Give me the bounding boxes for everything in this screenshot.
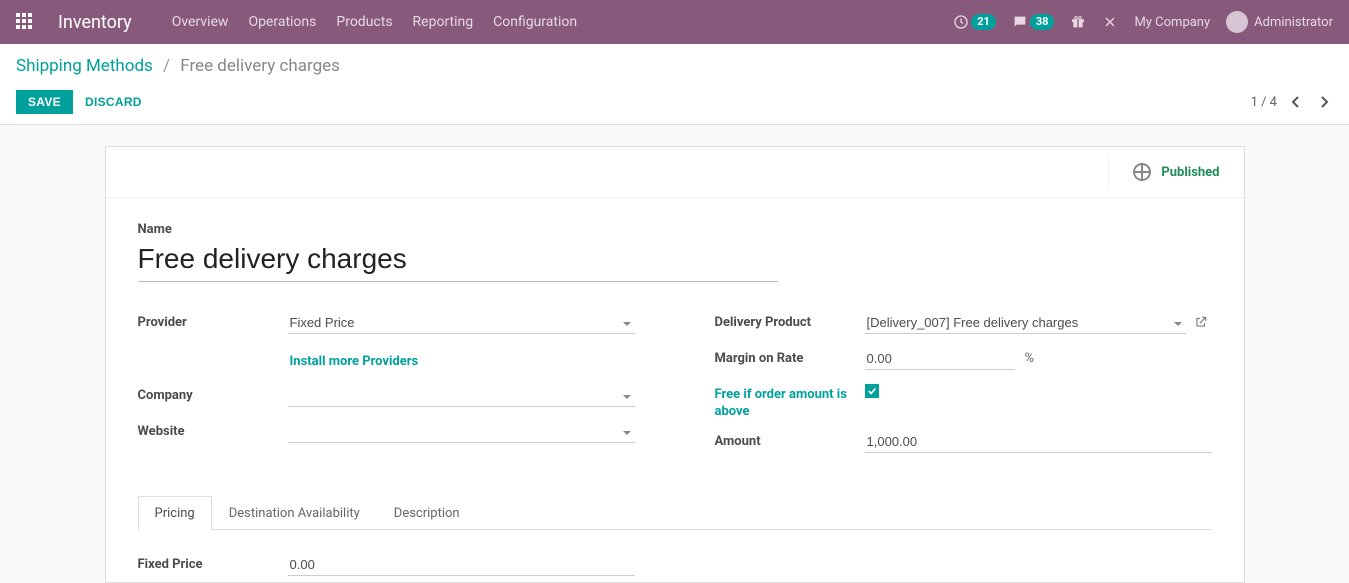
pager-prev[interactable] <box>1287 93 1305 111</box>
activities-button[interactable]: 21 <box>953 14 996 30</box>
delivery-product-label: Delivery Product <box>715 312 865 332</box>
top-nav: Overview Operations Products Reporting C… <box>172 10 577 34</box>
external-link-icon[interactable] <box>1194 315 1208 329</box>
company-label: Company <box>138 385 288 405</box>
tools-icon[interactable] <box>1102 14 1118 30</box>
user-menu[interactable]: Administrator <box>1226 11 1333 33</box>
delivery-product-input[interactable] <box>865 312 1186 334</box>
provider-select[interactable] <box>288 312 635 334</box>
pager-next[interactable] <box>1315 93 1333 111</box>
left-column: Provider Install more Providers Company <box>138 312 635 467</box>
margin-label: Margin on Rate <box>715 348 865 368</box>
form-viewport: Published Name Provider Install m <box>0 134 1349 583</box>
provider-input[interactable] <box>288 312 635 334</box>
globe-icon <box>1133 163 1151 181</box>
nav-overview[interactable]: Overview <box>172 10 229 34</box>
free-if-checkbox[interactable] <box>865 384 879 398</box>
install-providers-button[interactable]: Install more Providers <box>288 348 421 375</box>
control-row: SAVE DISCARD 1 / 4 <box>16 90 1333 114</box>
form-sheet: Published Name Provider Install m <box>105 146 1245 583</box>
amount-label: Amount <box>715 431 865 451</box>
breadcrumb: Shipping Methods / Free delivery charges <box>16 56 1333 76</box>
breadcrumb-root[interactable]: Shipping Methods <box>16 56 153 76</box>
pager-value[interactable]: 1 / 4 <box>1251 95 1277 110</box>
fixed-price-input[interactable] <box>288 554 635 576</box>
tab-destination-availability[interactable]: Destination Availability <box>212 496 377 530</box>
fixed-price-label: Fixed Price <box>138 554 288 574</box>
app-name[interactable]: Inventory <box>58 12 132 33</box>
company-switcher[interactable]: My Company <box>1134 15 1210 30</box>
margin-suffix: % <box>1025 351 1035 366</box>
nav-operations[interactable]: Operations <box>248 10 316 34</box>
activities-badge: 21 <box>971 14 996 30</box>
company-input[interactable] <box>288 385 635 407</box>
nav-configuration[interactable]: Configuration <box>493 10 577 34</box>
published-label: Published <box>1161 165 1219 180</box>
provider-label: Provider <box>138 312 288 332</box>
form-body: Name Provider Install more Providers <box>106 198 1244 583</box>
nav-products[interactable]: Products <box>336 10 392 34</box>
nav-reporting[interactable]: Reporting <box>413 10 474 34</box>
control-panel: Shipping Methods / Free delivery charges… <box>0 44 1349 125</box>
pager: 1 / 4 <box>1251 93 1333 111</box>
name-label: Name <box>138 222 1212 237</box>
tab-pricing[interactable]: Pricing <box>138 496 212 530</box>
published-button[interactable]: Published <box>1108 157 1219 187</box>
margin-input[interactable] <box>865 348 1015 370</box>
website-select[interactable] <box>288 421 635 443</box>
right-column: Delivery Product Margin on Rate % <box>715 312 1212 467</box>
top-navbar: Inventory Overview Operations Products R… <box>0 0 1349 44</box>
name-input[interactable] <box>138 241 778 282</box>
website-label: Website <box>138 421 288 441</box>
discard-button[interactable]: DISCARD <box>73 90 154 114</box>
notebook-tabs: Pricing Destination Availability Descrip… <box>138 495 1212 530</box>
avatar-icon <box>1226 11 1248 33</box>
top-right: 21 38 My Company Administrator <box>953 11 1333 33</box>
tab-content-pricing: Fixed Price <box>138 530 1212 583</box>
company-select[interactable] <box>288 385 635 407</box>
apps-icon[interactable] <box>16 13 34 31</box>
messages-badge: 38 <box>1030 14 1055 30</box>
button-box: Published <box>106 147 1244 198</box>
tab-description[interactable]: Description <box>377 496 477 530</box>
website-input[interactable] <box>288 421 635 443</box>
gift-icon[interactable] <box>1070 14 1086 30</box>
free-if-label: Free if order amount is above <box>715 384 865 421</box>
delivery-product-select[interactable] <box>865 312 1186 334</box>
messages-button[interactable]: 38 <box>1012 14 1055 30</box>
save-button[interactable]: SAVE <box>16 90 73 114</box>
amount-input[interactable] <box>865 431 1212 453</box>
breadcrumb-current: Free delivery charges <box>180 56 340 76</box>
